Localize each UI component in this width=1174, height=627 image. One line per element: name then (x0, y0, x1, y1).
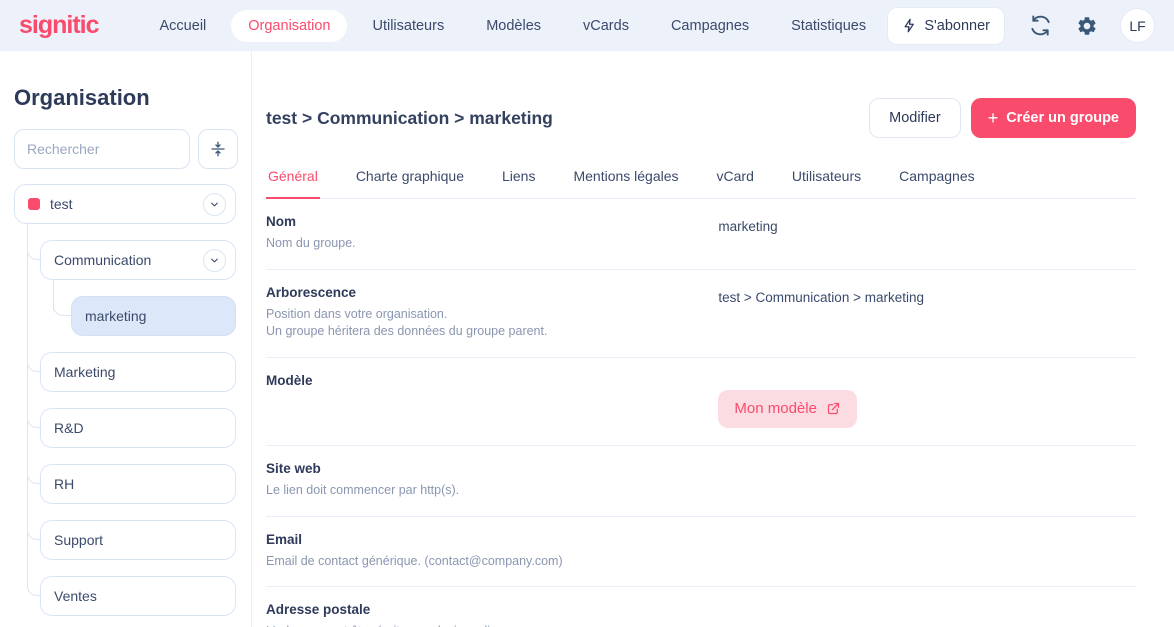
group-color-square (28, 198, 40, 210)
tree-item-label: Marketing (54, 364, 116, 380)
field-description: Nom du groupe. (266, 236, 356, 250)
search-input[interactable] (14, 129, 190, 169)
field-row-adresse-postale: Adresse postale L'adresse peut être écri… (266, 587, 1136, 627)
nav-item-accueil[interactable]: Accueil (143, 10, 224, 42)
tree-item-communication[interactable]: Communication (40, 240, 236, 280)
tab-vcard[interactable]: vCard (715, 162, 756, 199)
tree-item-label: Ventes (54, 588, 97, 604)
organisation-sidebar: Organisation Rechercher test Communicati… (0, 51, 252, 627)
tree-item-label: marketing (85, 308, 147, 324)
field-value-nom: marketing (718, 219, 778, 234)
nav-item-organisation[interactable]: Organisation (231, 9, 348, 42)
signitic-logo: signitic (19, 11, 100, 39)
field-row-modele: Modèle Mon modèle (266, 358, 1136, 446)
nav-item-utilisateurs[interactable]: Utilisateurs (355, 10, 461, 42)
chevron-down-icon[interactable] (203, 248, 226, 272)
sidebar-title: Organisation (14, 85, 150, 110)
group-detail-panel: test > Communication > marketing Modifie… (252, 51, 1174, 627)
field-description: L'adresse peut être écrite sur plusieurs… (266, 623, 718, 627)
main-nav: Accueil Organisation Utilisateurs Modèle… (143, 9, 884, 42)
tree-item-test[interactable]: test (14, 184, 236, 224)
external-link-icon (826, 401, 841, 416)
breadcrumb: test > Communication > marketing (266, 107, 553, 128)
field-label: Arborescence (266, 284, 357, 300)
nav-item-vcards[interactable]: vCards (566, 10, 646, 42)
tree-item-label: Support (54, 532, 104, 548)
tree-connector (27, 473, 40, 484)
field-description: Email de contact générique. (contact@com… (266, 553, 563, 568)
subscribe-button[interactable]: S'abonner (887, 6, 1005, 45)
tree-connector (27, 585, 40, 596)
template-chip-label: Mon modèle (734, 400, 817, 418)
tree-item-support[interactable]: Support (40, 520, 236, 560)
tree-item-rh[interactable]: RH (40, 464, 236, 504)
tab-liens[interactable]: Liens (500, 162, 537, 199)
field-description: Le lien doit commencer par http(s). (266, 482, 460, 497)
template-link-chip[interactable]: Mon modèle (718, 389, 857, 428)
tree-connector (27, 417, 40, 428)
field-label: Email (266, 531, 303, 547)
subscribe-label: S'abonner (924, 17, 990, 34)
chevron-down-icon[interactable] (203, 192, 226, 216)
organisation-tree: test Communication marketing Marketing R… (14, 184, 251, 616)
create-group-label: Créer un groupe (1006, 110, 1119, 126)
plus-icon: + (987, 107, 999, 128)
tree-connector (27, 361, 40, 372)
tree-item-rd[interactable]: R&D (40, 408, 236, 448)
field-value-arborescence: test > Communication > marketing (718, 289, 924, 305)
tree-item-marketing-child[interactable]: marketing (71, 296, 236, 336)
tree-connector (53, 305, 71, 316)
tree-item-ventes[interactable]: Ventes (40, 576, 236, 616)
field-label: Nom (266, 214, 296, 229)
tree-item-marketing[interactable]: Marketing (40, 352, 236, 392)
tab-general[interactable]: Général (266, 162, 320, 199)
collapse-vertical-icon (209, 140, 227, 158)
lightning-bolt-icon (902, 18, 917, 33)
tree-item-label: R&D (54, 420, 84, 436)
tab-utilisateurs[interactable]: Utilisateurs (790, 162, 863, 199)
field-row-site-web: Site web Le lien doit commencer par http… (266, 446, 1136, 517)
tab-mentions-legales[interactable]: Mentions légales (571, 162, 680, 199)
tree-item-label: Communication (54, 252, 152, 268)
tab-campagnes[interactable]: Campagnes (897, 162, 977, 199)
modify-button[interactable]: Modifier (869, 98, 961, 138)
field-row-arborescence: Arborescence Position dans votre organis… (266, 270, 1136, 358)
nav-item-statistiques[interactable]: Statistiques (774, 10, 883, 42)
tree-item-label: RH (54, 476, 75, 492)
tree-connector (27, 249, 40, 260)
tab-charte-graphique[interactable]: Charte graphique (354, 162, 466, 199)
top-navbar: signitic Accueil Organisation Utilisateu… (0, 0, 1174, 51)
user-avatar[interactable]: LF (1120, 8, 1155, 43)
field-label: Adresse postale (266, 602, 371, 618)
field-label: Modèle (266, 372, 313, 388)
field-row-email: Email Email de contact générique. (conta… (266, 517, 1136, 588)
tree-item-label: test (50, 196, 73, 212)
gear-icon (1076, 15, 1098, 37)
sync-icon (1029, 14, 1052, 37)
nav-item-campagnes[interactable]: Campagnes (654, 10, 766, 42)
create-group-button[interactable]: + Créer un groupe (970, 98, 1136, 138)
settings-button[interactable] (1076, 15, 1098, 37)
sync-button[interactable] (1029, 14, 1052, 37)
tree-connector (27, 529, 40, 540)
nav-item-modeles[interactable]: Modèles (469, 10, 558, 42)
field-label: Site web (266, 460, 321, 476)
collapse-tree-button[interactable] (198, 129, 238, 169)
field-description: Position dans votre organisation. Un gro… (266, 306, 548, 338)
field-row-nom: Nom Nom du groupe. marketing (266, 199, 1136, 270)
group-tabs: Général Charte graphique Liens Mentions … (266, 162, 1136, 199)
